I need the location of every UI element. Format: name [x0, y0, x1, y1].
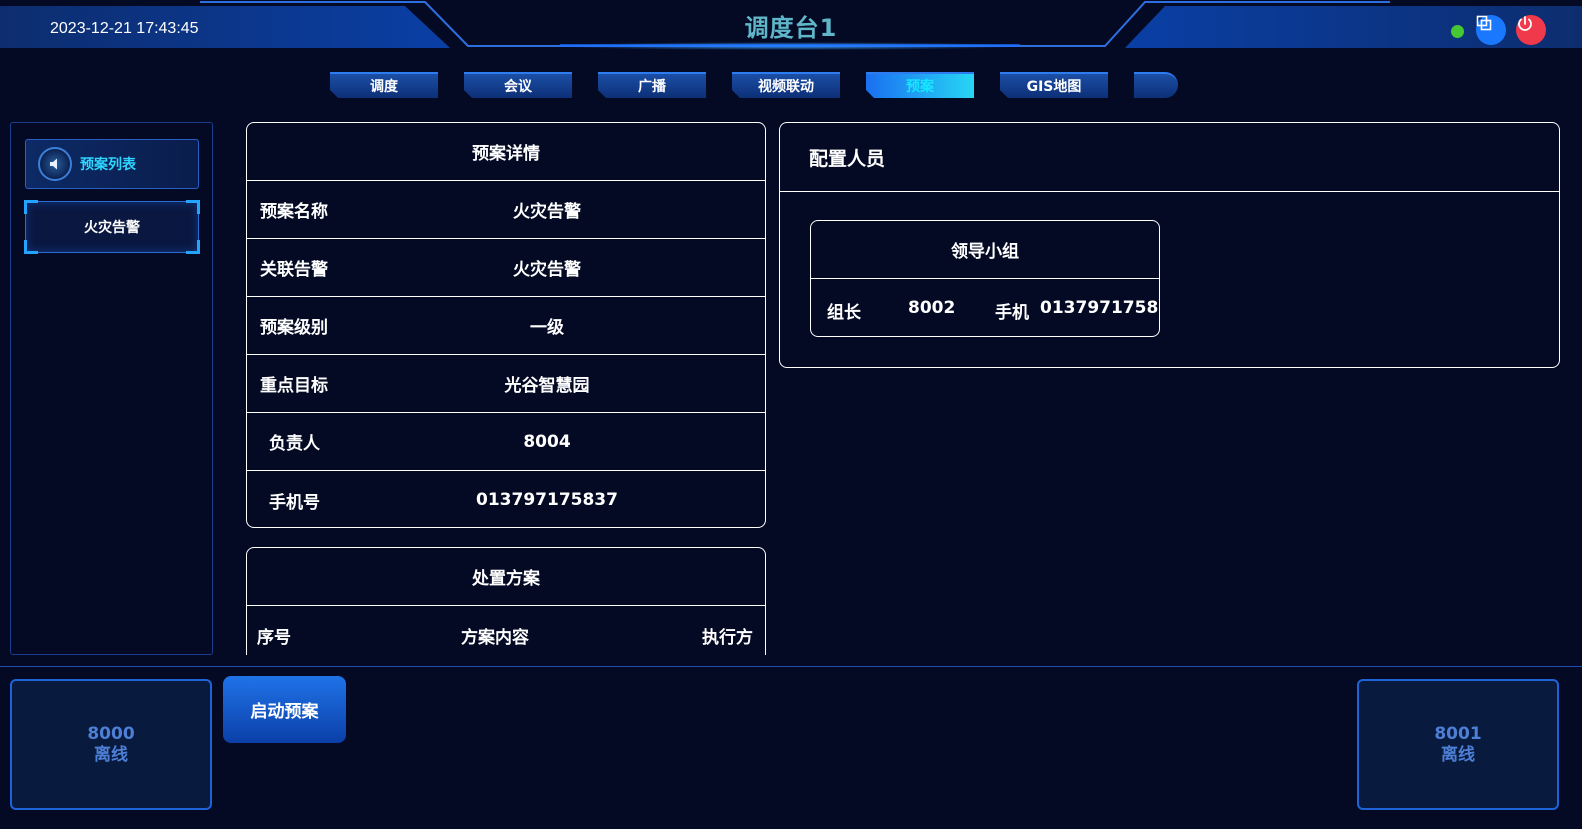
plan-list-item-label: 火灾告警	[84, 220, 140, 236]
phone-status: 离线	[1441, 744, 1475, 765]
detail-key: 预案名称	[260, 202, 328, 222]
phone-terminal-8000[interactable]: 8000 离线	[10, 679, 212, 810]
power-icon	[1518, 16, 1532, 31]
detail-value: 火灾告警	[513, 260, 581, 280]
phone-number: 8001	[1434, 723, 1482, 744]
detail-value: 8004	[523, 431, 571, 452]
detail-value: 一级	[530, 318, 564, 338]
tab-video-link[interactable]: 视频联动	[732, 72, 840, 98]
tab-broadcast[interactable]: 广播	[598, 72, 706, 98]
disposal-plan-columns: 序号 方案内容 执行方	[247, 606, 765, 655]
column-header-content: 方案内容	[461, 627, 529, 648]
plan-detail-title: 预案详情	[247, 123, 765, 181]
plan-list-item[interactable]: 火灾告警	[24, 200, 200, 254]
group-phone: 013797175837	[1040, 298, 1159, 318]
tab-dispatch[interactable]: 调度	[330, 72, 438, 98]
detail-key: 重点目标	[260, 376, 328, 396]
window-toggle-button[interactable]	[1476, 15, 1506, 45]
phone-terminal-8001[interactable]: 8001 离线	[1357, 679, 1559, 810]
top-header: 2023-12-21 17:43:45 调度台1	[0, 0, 1582, 56]
tab-more[interactable]	[1134, 72, 1178, 98]
table-row: 手机号 013797175837	[247, 471, 765, 527]
leader-group-title: 领导小组	[811, 221, 1159, 279]
plan-list-header: 预案列表	[25, 139, 199, 189]
column-header-index: 序号	[257, 627, 291, 648]
table-row: 重点目标 光谷智慧园	[247, 355, 765, 413]
detail-key: 手机号	[269, 492, 320, 513]
group-role: 组长	[827, 303, 861, 323]
start-plan-button[interactable]: 启动预案	[223, 676, 346, 743]
tab-meeting[interactable]: 会议	[464, 72, 572, 98]
plan-detail-card: 预案详情 预案名称 火灾告警 关联告警 火灾告警 预案级别 一级 重点目标 光谷…	[246, 122, 766, 528]
staff-config-title: 配置人员	[780, 123, 1559, 192]
app-title: 调度台1	[744, 14, 838, 42]
detail-key: 预案级别	[260, 318, 328, 338]
plan-list-panel: 预案列表 火灾告警	[10, 122, 213, 655]
window-icon	[1476, 15, 1492, 31]
table-row: 关联告警 火灾告警	[247, 239, 765, 297]
detail-value: 013797175837	[476, 490, 618, 510]
plan-list-title: 预案列表	[80, 157, 136, 173]
staff-config-card: 配置人员 领导小组 组长 8002 手机 013797175837	[779, 122, 1560, 368]
table-row: 预案名称 火灾告警	[247, 181, 765, 239]
table-row: 预案级别 一级	[247, 297, 765, 355]
detail-value: 光谷智慧园	[504, 376, 590, 396]
footer-divider	[0, 666, 1582, 667]
phone-status: 离线	[94, 744, 128, 765]
leader-group-row: 组长 8002 手机 013797175837	[811, 279, 1159, 336]
disposal-plan-card: 处置方案 序号 方案内容 执行方	[246, 547, 766, 655]
column-header-executor: 执行方	[702, 627, 753, 648]
phone-number: 8000	[87, 723, 135, 744]
tab-gis-map[interactable]: GIS地图	[1000, 72, 1108, 98]
table-row: 负责人 8004	[247, 413, 765, 471]
group-phone-label: 手机	[995, 303, 1029, 323]
tab-plan[interactable]: 预案	[866, 72, 974, 98]
leader-group-card: 领导小组 组长 8002 手机 013797175837	[810, 220, 1160, 337]
group-number: 8002	[908, 298, 956, 318]
detail-key: 负责人	[269, 434, 320, 454]
power-button[interactable]	[1516, 15, 1546, 45]
disposal-plan-title: 处置方案	[247, 548, 765, 606]
detail-value: 火灾告警	[513, 202, 581, 222]
speaker-icon	[38, 147, 72, 181]
status-indicator	[1451, 25, 1464, 38]
detail-key: 关联告警	[260, 260, 328, 280]
